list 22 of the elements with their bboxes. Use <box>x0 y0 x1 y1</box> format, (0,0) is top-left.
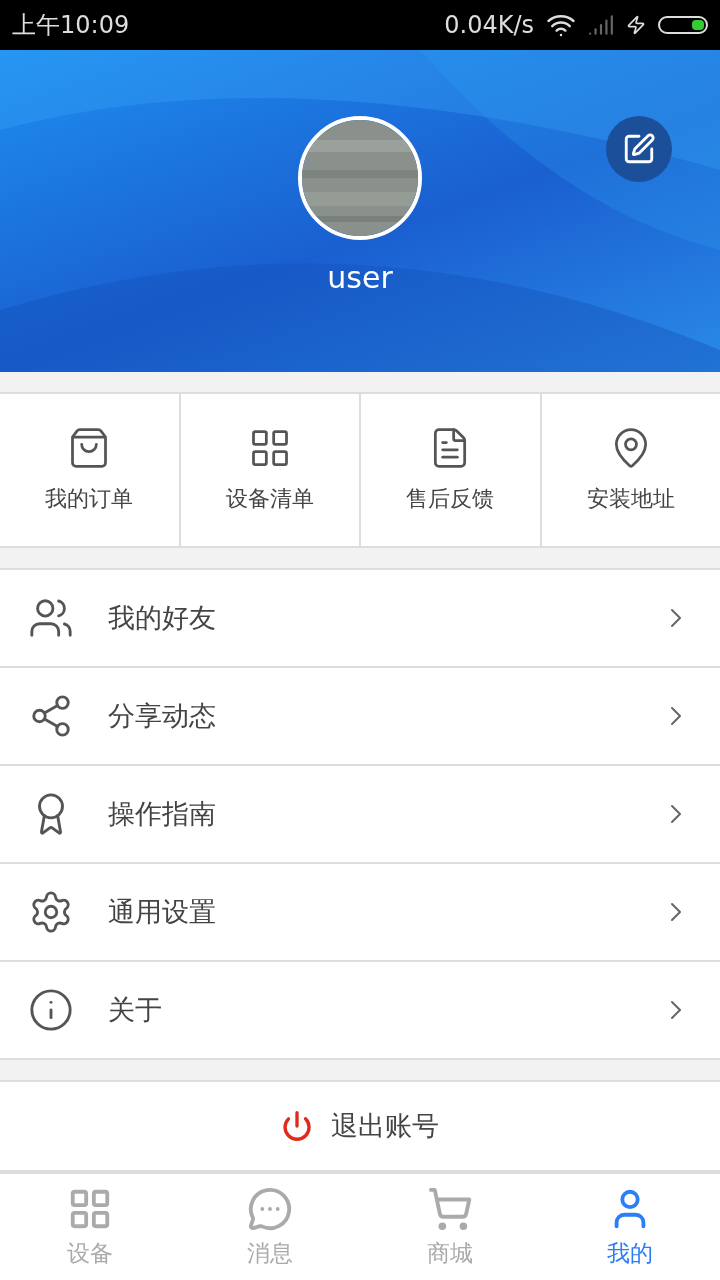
status-time: 上午10:09 <box>12 10 130 41</box>
menu-row[interactable]: 通用设置 <box>0 862 720 960</box>
menu-row[interactable]: 关于 <box>0 960 720 1058</box>
menu-row[interactable]: 操作指南 <box>0 764 720 862</box>
shortcut-tile[interactable]: 售后反馈 <box>361 394 540 546</box>
shortcut-tile[interactable]: 我的订单 <box>0 394 179 546</box>
menu-row[interactable]: 分享动态 <box>0 666 720 764</box>
menu-row[interactable]: 我的好友 <box>0 570 720 666</box>
network-speed: 0.04K/s <box>444 11 534 39</box>
charging-icon <box>626 15 646 35</box>
shortcut-tile[interactable]: 安装地址 <box>541 394 720 546</box>
username: user <box>327 260 393 295</box>
edit-icon <box>622 132 656 166</box>
logout-button[interactable]: 退出账号 <box>0 1080 720 1172</box>
info-icon <box>28 987 74 1033</box>
chat-icon <box>247 1185 293 1232</box>
nav-tab[interactable]: 我的 <box>540 1174 720 1280</box>
battery-icon <box>658 16 708 34</box>
power-icon <box>281 1110 313 1142</box>
shortcut-tile[interactable]: 设备清单 <box>180 394 359 546</box>
cart-icon <box>427 1185 473 1232</box>
signal-icon <box>588 12 614 38</box>
